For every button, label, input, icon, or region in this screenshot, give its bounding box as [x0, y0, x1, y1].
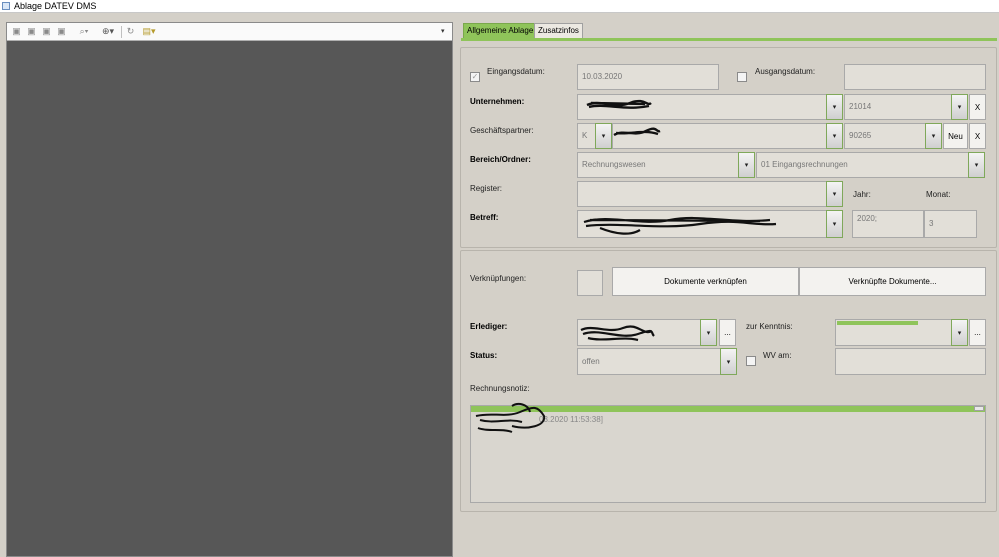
rechnungsnotiz-label: Rechnungsnotiz:	[470, 384, 530, 393]
document-viewer[interactable]: ▣ ▣ ▣ ▣ ⌕▾ ⊕▾ ↻ ▤▾ ▾	[6, 22, 453, 557]
wv-am-checkbox[interactable]	[746, 356, 756, 366]
bereich-ordner-label: Bereich/Ordner:	[470, 155, 531, 164]
ausgangsdatum-checkbox[interactable]	[737, 72, 747, 82]
viewer-toolbar: ▣ ▣ ▣ ▣ ⌕▾ ⊕▾ ↻ ▤▾ ▾	[7, 23, 452, 41]
page-first-icon[interactable]: ▣	[11, 26, 22, 37]
erlediger-dropdown-button[interactable]	[700, 319, 717, 346]
zur-kenntnis-field[interactable]	[835, 319, 952, 346]
zur-kenntnis-progress	[837, 321, 918, 325]
tab-allgemeine-ablage[interactable]: Allgemeine Ablage	[463, 23, 538, 38]
jahr-label: Jahr:	[853, 190, 871, 199]
page-last-icon[interactable]: ▣	[56, 26, 67, 37]
eingangsdatum-field[interactable]: 10.03.2020	[577, 64, 719, 90]
geschaeftspartner-number-field[interactable]: 90265	[844, 123, 926, 149]
geschaeftspartner-type-dropdown-button[interactable]	[595, 123, 612, 149]
geschaeftspartner-number-dropdown-button[interactable]	[925, 123, 942, 149]
jahr-field[interactable]: 2020;	[852, 210, 924, 238]
toolbar-separator	[121, 26, 122, 38]
register-dropdown-button[interactable]	[826, 181, 843, 207]
betreff-dropdown-button[interactable]	[826, 210, 843, 238]
status-field[interactable]: offen	[577, 348, 721, 375]
tab-underline	[461, 38, 997, 41]
unternehmen-number-dropdown-button[interactable]	[951, 94, 968, 120]
verknuepfte-dokumente-button[interactable]: Verknüpfte Dokumente...	[799, 267, 986, 296]
window-title: Ablage DATEV DMS	[14, 1, 97, 11]
geschaeftspartner-name-field[interactable]	[612, 123, 827, 149]
verknuepfungen-count-field	[577, 270, 603, 296]
unternehmen-name-field[interactable]	[577, 94, 827, 120]
wv-am-label: WV am:	[763, 351, 792, 360]
paste-icon[interactable]: ▤▾	[140, 26, 158, 37]
register-field[interactable]	[577, 181, 827, 207]
geschaeftspartner-new-button[interactable]: Neu	[943, 123, 968, 149]
page-prev-icon[interactable]: ▣	[26, 26, 37, 37]
ordner-dropdown-button[interactable]	[968, 152, 985, 178]
eingangsdatum-label: Eingangsdatum:	[487, 67, 545, 76]
betreff-field[interactable]	[577, 210, 827, 238]
ausgangsdatum-field[interactable]	[844, 64, 986, 90]
zur-kenntnis-more-button[interactable]: ...	[969, 319, 986, 346]
status-label: Status:	[470, 351, 498, 360]
monat-field[interactable]: 3	[924, 210, 977, 238]
geschaeftspartner-label: Geschäftspartner:	[470, 126, 534, 135]
ordner-field[interactable]: 01 Eingangsrechnungen	[756, 152, 969, 178]
bereich-dropdown-button[interactable]	[738, 152, 755, 178]
eingangsdatum-checkbox[interactable]: ✓	[470, 72, 480, 82]
verknuepfungen-label: Verknüpfungen:	[470, 274, 527, 283]
app-icon	[2, 2, 10, 10]
title-bar: Ablage DATEV DMS	[0, 0, 999, 13]
rechnungsnotiz-resize-handle[interactable]	[974, 406, 984, 411]
bereich-field[interactable]: Rechnungswesen	[577, 152, 739, 178]
status-dropdown-button[interactable]	[720, 348, 737, 375]
geschaeftspartner-type-field[interactable]: K	[577, 123, 597, 149]
geschaeftspartner-dropdown-button[interactable]	[826, 123, 843, 149]
wv-am-field[interactable]	[835, 348, 986, 375]
page-next-icon[interactable]: ▣	[41, 26, 52, 37]
betreff-label: Betreff:	[470, 213, 499, 222]
ausgangsdatum-label: Ausgangsdatum:	[755, 67, 816, 76]
unternehmen-label: Unternehmen:	[470, 97, 525, 106]
geschaeftspartner-clear-button[interactable]: X	[969, 123, 986, 149]
zoom-icon[interactable]: ⊕▾	[99, 26, 117, 37]
unternehmen-number-field[interactable]: 21014	[844, 94, 952, 120]
erlediger-label: Erlediger:	[470, 322, 508, 331]
rechnungsnotiz-toolbar	[471, 406, 985, 412]
dokumente-verknuepfen-button[interactable]: Dokumente verknüpfen	[612, 267, 799, 296]
erlediger-more-button[interactable]: ...	[719, 319, 736, 346]
erlediger-field[interactable]	[577, 319, 701, 346]
rotate-icon[interactable]: ↻	[125, 26, 136, 37]
monat-label: Monat:	[926, 190, 951, 199]
unternehmen-clear-button[interactable]: X	[969, 94, 986, 120]
search-icon[interactable]: ⌕▾	[75, 26, 93, 37]
zur-kenntnis-label: zur Kenntnis:	[746, 322, 793, 331]
register-label: Register:	[470, 184, 503, 193]
rechnungsnotiz-entry: 03.2020 11:53:38]	[539, 415, 603, 424]
unternehmen-dropdown-button[interactable]	[826, 94, 843, 120]
zur-kenntnis-dropdown-button[interactable]	[951, 319, 968, 346]
tab-zusatzinfos[interactable]: Zusatzinfos	[534, 23, 583, 38]
rechnungsnotiz-textarea[interactable]: 03.2020 11:53:38]	[470, 405, 986, 503]
toolbar-overflow-icon[interactable]: ▾	[441, 27, 449, 37]
